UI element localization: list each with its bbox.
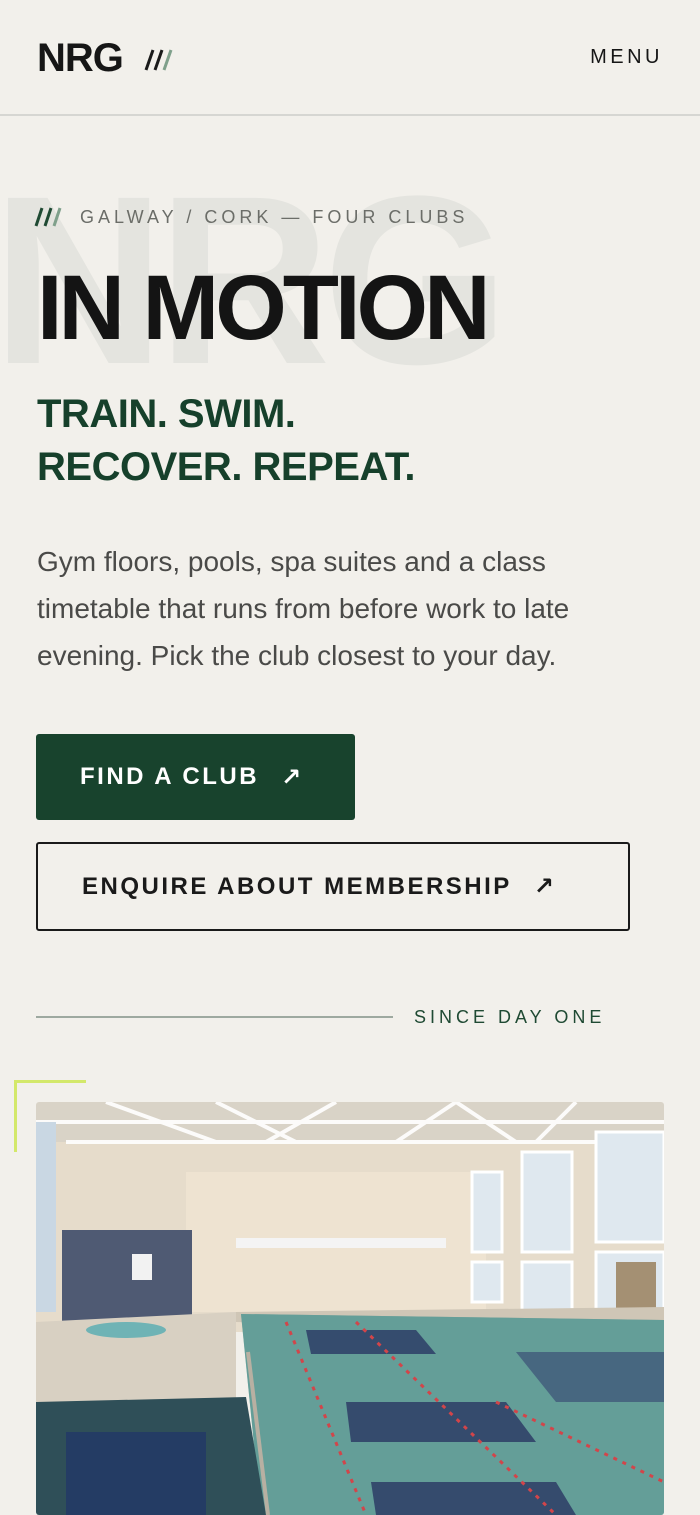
hero-title: IN MOTION xyxy=(37,257,491,359)
pool-photo xyxy=(36,1102,664,1515)
enquire-membership-button[interactable]: ENQUIRE ABOUT MEMBERSHIP ↗ xyxy=(36,842,630,931)
triple-slash-icon xyxy=(144,49,173,71)
tagline-line-1: TRAIN. SWIM. xyxy=(37,392,296,436)
hero-intro: Gym floors, pools, spa suites and a clas… xyxy=(37,546,570,671)
logo[interactable]: NRG xyxy=(37,36,124,80)
triple-slash-icon xyxy=(34,207,62,227)
enquire-membership-label: ENQUIRE ABOUT MEMBERSHIP xyxy=(82,872,512,900)
arrow-up-right-icon: ↗ xyxy=(533,873,557,900)
hero-eyebrow: GALWAY / CORK — FOUR CLUBS xyxy=(34,205,468,229)
find-a-club-label: FIND A CLUB xyxy=(80,763,260,790)
eyebrow-text: GALWAY / CORK — FOUR CLUBS xyxy=(80,207,469,227)
find-a-club-button[interactable]: FIND A CLUB ↗ xyxy=(36,734,355,820)
tagline-line-2: RECOVER. REPEAT. xyxy=(37,445,416,489)
section-divider xyxy=(36,1016,393,1018)
arrow-up-right-icon: ↗ xyxy=(281,763,304,791)
section-label: SINCE DAY ONE xyxy=(414,1007,606,1027)
menu-button[interactable]: MENU xyxy=(590,45,663,69)
hero-tagline: TRAIN. SWIM. RECOVER. REPEAT. xyxy=(37,388,416,494)
site-header: NRG MENU xyxy=(0,0,700,116)
